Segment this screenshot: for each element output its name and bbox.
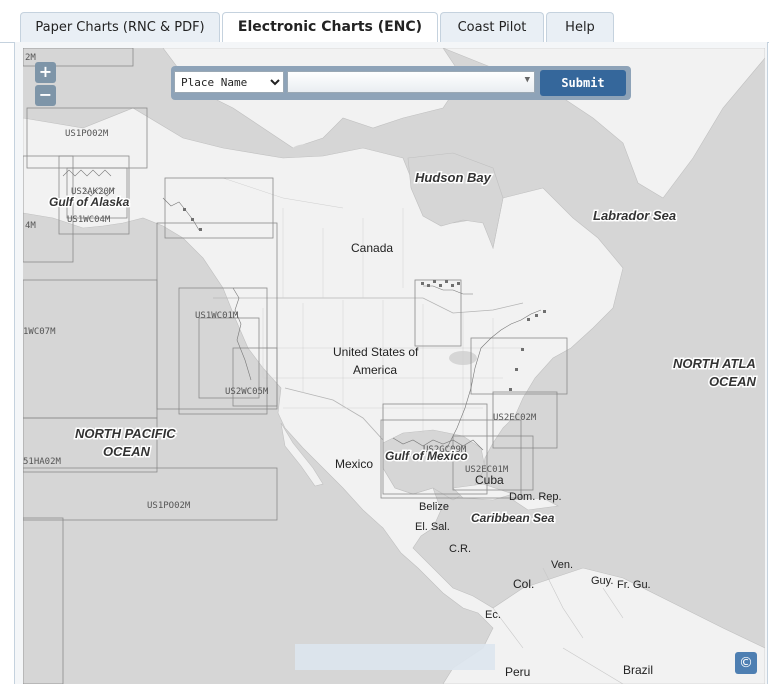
- label-usa-line1: United States of: [333, 345, 419, 359]
- tab-paper-charts[interactable]: Paper Charts (RNC & PDF): [20, 12, 220, 42]
- label-usa-line2: America: [353, 363, 397, 377]
- chart-label-us1wc07m: 1WC07M: [23, 327, 56, 337]
- zoom-in-button[interactable]: +: [35, 62, 56, 83]
- label-cuba: Cuba: [475, 473, 504, 487]
- label-labrador-sea: Labrador Sea: [593, 208, 676, 223]
- chart-label-us2wc05m: US2WC05M: [225, 387, 269, 397]
- label-hudson-bay: Hudson Bay: [415, 170, 492, 185]
- label-mexico: Mexico: [335, 457, 373, 471]
- chart-label-us1wc04m: US1WC04M: [67, 215, 111, 225]
- chart-label-us1po02m-top: US1PO02M: [65, 129, 109, 139]
- label-ven: Ven.: [551, 559, 573, 571]
- chart-label-us1po02m-bottom: US1PO02M: [147, 501, 191, 511]
- submit-button[interactable]: Submit: [540, 70, 626, 96]
- scale-bar: [295, 644, 495, 670]
- water-great-bear-lake: [292, 144, 324, 156]
- label-el-sal: El. Sal.: [415, 521, 450, 533]
- copyright-icon[interactable]: ©: [735, 652, 757, 674]
- map-canvas[interactable]: 2M US1PO02M US2AK20M US1WC04M 4M 1WC07M …: [23, 48, 765, 684]
- zoom-out-button[interactable]: −: [35, 85, 56, 106]
- tab-help[interactable]: Help: [546, 12, 614, 42]
- chart-label-us1ha02m: 51HA02M: [23, 457, 62, 467]
- search-type-select[interactable]: Place Name: [174, 71, 284, 93]
- label-gulf-of-alaska: Gulf of Alaska: [49, 195, 130, 209]
- label-fr-gu: Fr. Gu.: [617, 579, 651, 591]
- chart-label-4m: 4M: [25, 221, 36, 231]
- tab-bar: Paper Charts (RNC & PDF) Electronic Char…: [0, 0, 769, 43]
- place-name-combobox[interactable]: ▼: [287, 71, 535, 93]
- label-canada: Canada: [351, 241, 393, 255]
- search-panel: Place Name ▼ Submit: [171, 66, 631, 100]
- label-belize: Belize: [419, 501, 449, 513]
- chart-label-us1wc01m: US1WC01M: [195, 311, 239, 321]
- label-north-atlantic-1: NORTH ATLA: [673, 356, 756, 371]
- label-cr: C.R.: [449, 543, 471, 555]
- tab-coast-pilot[interactable]: Coast Pilot: [440, 12, 544, 42]
- label-brazil: Brazil: [623, 663, 653, 677]
- label-north-pacific-2: OCEAN: [103, 444, 151, 459]
- chart-label-us2ec02m: US2EC02M: [493, 413, 537, 423]
- label-dom-rep: Dom. Rep.: [509, 491, 562, 503]
- label-ec: Ec.: [485, 609, 501, 621]
- chevron-down-icon[interactable]: ▼: [525, 75, 530, 85]
- label-col: Col.: [513, 577, 534, 591]
- label-peru: Peru: [505, 665, 530, 679]
- tab-electronic-charts[interactable]: Electronic Charts (ENC): [222, 12, 438, 43]
- label-gulf-of-mexico: Gulf of Mexico: [385, 449, 468, 463]
- label-guy: Guy.: [591, 575, 613, 587]
- label-north-pacific-1: NORTH PACIFIC: [75, 426, 176, 441]
- map-view[interactable]: 2M US1PO02M US2AK20M US1WC04M 4M 1WC07M …: [23, 48, 765, 684]
- label-north-atlantic-2: OCEAN: [709, 374, 757, 389]
- chart-label-2m: 2M: [25, 53, 36, 63]
- map-container: 2M US1PO02M US2AK20M US1WC04M 4M 1WC07M …: [14, 42, 768, 684]
- label-caribbean-sea: Caribbean Sea: [471, 511, 555, 525]
